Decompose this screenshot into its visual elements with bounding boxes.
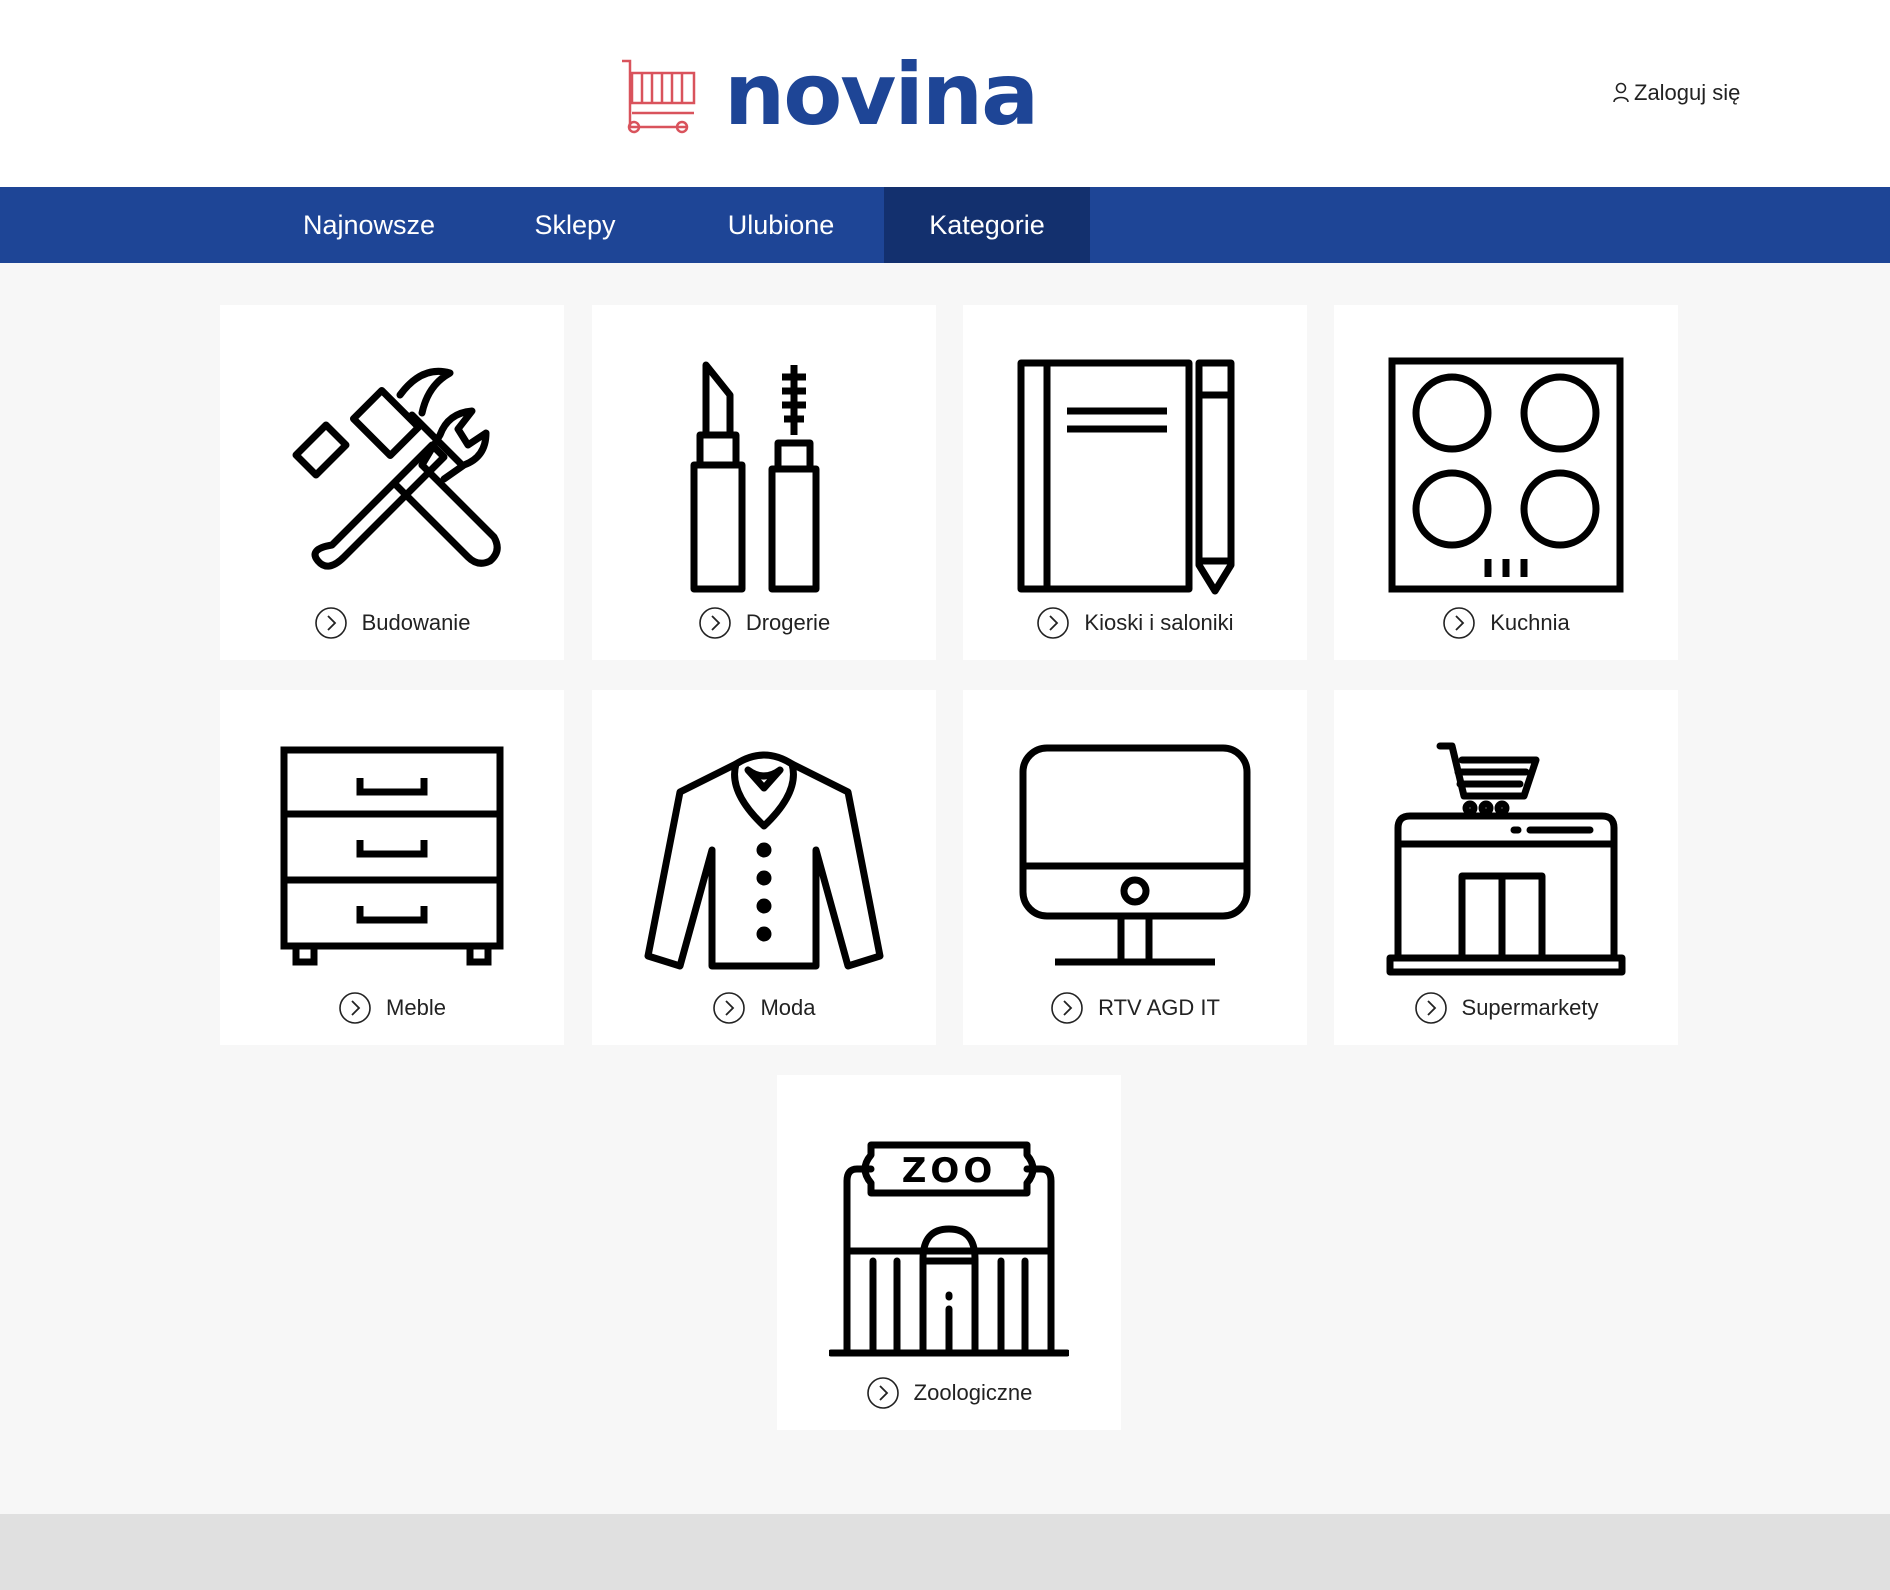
chevron-right-circle-icon (1443, 607, 1476, 639)
lipstick-mascara-icon (690, 361, 820, 593)
category-card-moda[interactable]: Moda (592, 690, 936, 1045)
shirt-icon (644, 751, 884, 970)
chevron-right-circle-icon (699, 607, 731, 639)
zoo-icon: ZOO (829, 1141, 1069, 1357)
user-icon (1613, 82, 1629, 103)
logo-text: novina (724, 45, 1039, 145)
login-link[interactable]: Zaloguj się (1612, 80, 1740, 106)
category-label: Supermarkety (1461, 995, 1599, 1020)
tab-ulubione[interactable]: Ulubione (678, 187, 884, 263)
footer (0, 1514, 1890, 1590)
main-nav: Najnowsze Sklepy Ulubione Kategorie (0, 187, 1890, 263)
category-card-rtv[interactable]: RTV AGD IT (963, 690, 1307, 1045)
chevron-right-circle-icon (314, 607, 347, 639)
chevron-right-circle-icon (866, 1377, 899, 1409)
category-label: Moda (760, 995, 816, 1020)
category-card-zoologiczne[interactable]: ZOO Zoologiczne (777, 1075, 1121, 1430)
category-card-drogerie[interactable]: Drogerie (592, 305, 936, 660)
supermarket-icon (1386, 742, 1626, 976)
monitor-icon (1019, 744, 1251, 966)
chevron-right-circle-icon (713, 992, 746, 1024)
cooktop-icon (1388, 357, 1624, 593)
tab-sklepy[interactable]: Sklepy (472, 187, 678, 263)
site-header: novina Zaloguj się (0, 0, 1890, 187)
shopping-cart-icon (622, 59, 696, 134)
category-label: Kuchnia (1490, 610, 1570, 635)
chevron-right-circle-icon (1051, 992, 1083, 1024)
category-label: RTV AGD IT (1098, 995, 1220, 1020)
chevron-right-circle-icon (1037, 607, 1070, 639)
dresser-icon (280, 746, 504, 966)
category-card-supermarkety[interactable]: Supermarkety (1334, 690, 1678, 1045)
chevron-right-circle-icon (339, 992, 371, 1024)
category-label: Meble (386, 995, 446, 1020)
chevron-right-circle-icon (1414, 992, 1447, 1024)
tab-najnowsze[interactable]: Najnowsze (266, 187, 472, 263)
site-logo[interactable]: novina (620, 45, 1039, 145)
notebook-pencil-icon (1017, 359, 1235, 595)
category-card-kioski[interactable]: Kioski i saloniki (963, 305, 1307, 660)
category-card-budowanie[interactable]: Budowanie (220, 305, 564, 660)
category-label: Zoologiczne (913, 1380, 1033, 1405)
category-card-meble[interactable]: Meble (220, 690, 564, 1045)
hammer-wrench-icon (292, 367, 501, 570)
category-label: Drogerie (745, 610, 831, 635)
tab-kategorie[interactable]: Kategorie (884, 187, 1090, 263)
category-card-kuchnia[interactable]: Kuchnia (1334, 305, 1678, 660)
category-label: Kioski i saloniki (1084, 610, 1234, 635)
login-label: Zaloguj się (1634, 80, 1741, 105)
category-label: Budowanie (361, 610, 471, 635)
svg-text:ZOO: ZOO (902, 1151, 996, 1191)
